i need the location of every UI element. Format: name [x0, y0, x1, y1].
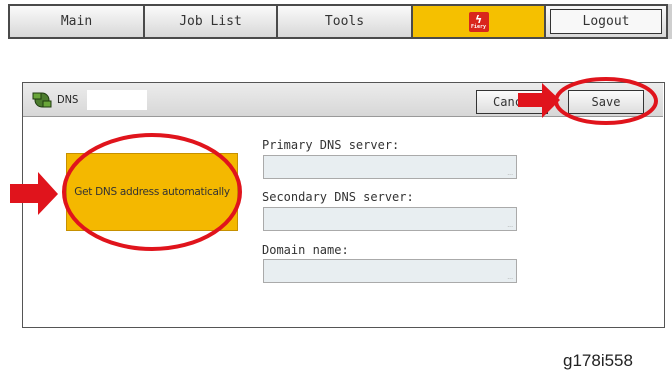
fiery-logo-icon: ϟ Fiery: [468, 11, 489, 32]
secondary-dns-label: Secondary DNS server:: [262, 190, 414, 204]
tab-fiery[interactable]: ϟ Fiery: [411, 4, 546, 39]
network-settings-icon: [32, 92, 52, 108]
tab-tools[interactable]: Tools: [276, 4, 413, 39]
top-tab-bar: Main Job List Tools ϟ Fiery Logout: [8, 4, 672, 39]
primary-dns-label: Primary DNS server:: [262, 138, 400, 152]
title-blank-area: [87, 90, 147, 110]
logout-button[interactable]: Logout: [544, 4, 668, 39]
primary-dns-field[interactable]: [263, 155, 517, 179]
logout-button-frame: Logout: [550, 9, 662, 34]
get-dns-automatically-label: Get DNS address automatically: [74, 186, 230, 198]
domain-name-label: Domain name:: [262, 243, 349, 257]
save-button-label: Save: [591, 95, 621, 109]
dns-panel: DNS Canc Save Get DNS address automatica…: [22, 82, 665, 328]
secondary-dns-field[interactable]: [263, 207, 517, 231]
domain-name-field[interactable]: [263, 259, 517, 283]
tab-main-label: Main: [60, 14, 93, 29]
dialog-title: DNS: [57, 93, 79, 106]
get-dns-automatically-button[interactable]: Get DNS address automatically: [66, 153, 238, 231]
save-button[interactable]: Save: [568, 90, 644, 114]
tab-tools-label: Tools: [324, 14, 365, 29]
cancel-button-label: Canc: [493, 95, 522, 109]
tab-job-list-label: Job List: [179, 14, 242, 29]
tab-job-list[interactable]: Job List: [143, 4, 278, 39]
cancel-button[interactable]: Canc: [476, 90, 548, 114]
tab-main[interactable]: Main: [8, 4, 145, 39]
logout-label: Logout: [582, 14, 630, 29]
figure-caption: g178i558: [563, 351, 633, 370]
dns-title-bar: DNS Canc Save: [23, 83, 663, 117]
